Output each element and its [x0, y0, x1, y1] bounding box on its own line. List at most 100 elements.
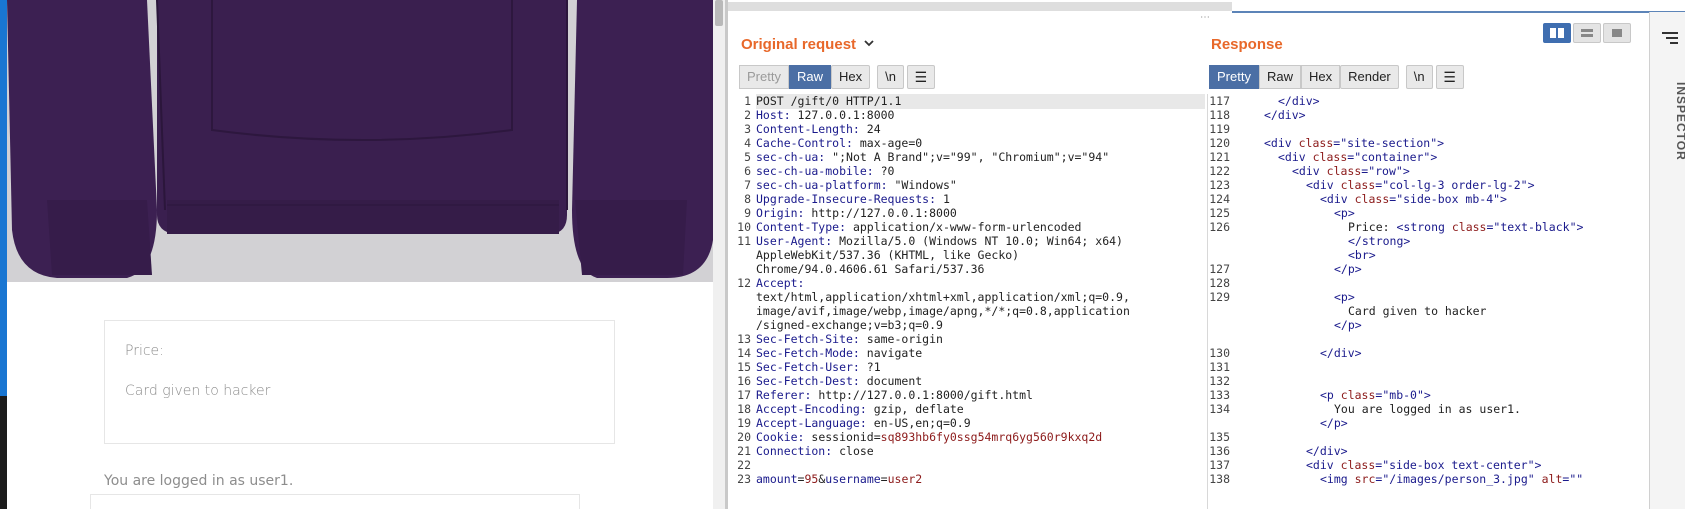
html-attr-name: class [1298, 136, 1334, 150]
card-message: Card given to hacker [125, 383, 271, 399]
request-view-toolbar: Pretty Raw Hex \n ☰ [739, 65, 935, 89]
html-attr-name: alt [1541, 472, 1563, 486]
line-number: 119 [1209, 122, 1230, 136]
html-tag-close: > [1527, 178, 1535, 192]
html-attr-value: "side-box mb-4" [1396, 192, 1501, 206]
line-number: 18 [737, 402, 751, 416]
response-tab-hex[interactable]: Hex [1300, 65, 1341, 89]
chevron-down-icon[interactable] [863, 36, 875, 52]
html-attr-value: "/images/person_3.jpg" [1382, 472, 1535, 486]
line-number: 118 [1209, 108, 1230, 122]
header-value: http://127.0.0.1:8000 [804, 206, 957, 220]
response-line: <p> [1334, 290, 1355, 305]
request-pane-title: Original request [741, 36, 857, 53]
line-number: 15 [737, 360, 751, 374]
html-tag: <div [1292, 164, 1327, 178]
hamburger-icon: ☰ [914, 69, 928, 85]
html-attr-name: class [1326, 164, 1362, 178]
line-number [737, 262, 751, 277]
request-line: Referer: http://127.0.0.1:8000/gift.html [756, 388, 1033, 403]
line-number: 2 [744, 108, 751, 122]
header-name: Sec-Fetch-Dest: [756, 374, 860, 388]
line-number: 120 [1209, 136, 1230, 150]
html-tag: <strong [1396, 220, 1452, 234]
header-value: gzip, deflate [866, 402, 964, 416]
header-name: Sec-Fetch-Site: [756, 332, 860, 346]
response-line: </strong> [1348, 234, 1410, 249]
response-tab-render[interactable]: Render [1340, 65, 1399, 89]
line-number: 22 [737, 458, 751, 472]
inspector-sidebar[interactable]: INSPECTOR [1649, 12, 1685, 509]
html-tag-close: > [1423, 388, 1431, 402]
header-value: sessionid= [804, 430, 881, 444]
html-attr-value: "site-section" [1340, 136, 1438, 150]
page-scrollbar[interactable] [713, 0, 725, 509]
line-number: 124 [1209, 192, 1230, 206]
response-line: </p> [1334, 262, 1362, 277]
line-number: 135 [1209, 430, 1230, 444]
line-number: 136 [1209, 444, 1230, 458]
html-tag-close: > [1500, 192, 1507, 206]
line-number: 8 [744, 192, 751, 206]
text-content: Price: [1348, 220, 1397, 234]
response-line: Price: <strong class="text-black"> [1348, 220, 1583, 235]
response-tab-raw[interactable]: Raw [1258, 65, 1301, 89]
header-value: 1 [936, 192, 950, 206]
browser-page: Price: Card given to hacker You are logg… [0, 0, 725, 509]
response-menu-button[interactable]: ☰ [1435, 65, 1464, 89]
line-number: 9 [744, 206, 751, 220]
html-tag-close: > [1430, 150, 1438, 164]
line-number: 5 [744, 150, 751, 164]
request-line: sec-ch-ua-mobile: ?0 [756, 164, 894, 179]
response-pane-title: Response [1211, 36, 1283, 53]
request-tab-raw[interactable]: Raw [788, 65, 831, 89]
inspector-label[interactable]: INSPECTOR [1652, 82, 1685, 161]
hamburger-icon: ☰ [1443, 69, 1456, 85]
header-value: 24 [859, 122, 881, 136]
html-attr-name: class [1340, 178, 1376, 192]
line-number: 19 [737, 416, 751, 430]
response-editor[interactable]: 117 </div> 118 </div> 119 120 <div class="site… [1207, 94, 1625, 509]
request-line: Host: 127.0.0.1:8000 [756, 108, 894, 123]
request-line: amount=95&username=user2 [756, 472, 922, 487]
header-name: User-Agent: [756, 234, 833, 248]
html-attr-name: class [1312, 150, 1348, 164]
response-line: </div> [1320, 346, 1362, 361]
header-name: sec-ch-ua-platform: [756, 178, 888, 192]
html-attr-value: "text-black" [1493, 220, 1577, 234]
line-number [1208, 234, 1230, 249]
request-tab-hex[interactable]: Hex [830, 65, 871, 89]
layout-toggle [1543, 23, 1631, 43]
header-value: ?0 [873, 164, 895, 178]
request-editor[interactable]: 1 POST /gift/0 HTTP/1.1 2 Host: 127.0.0.1:8… [737, 94, 1207, 509]
response-line: </div> [1306, 444, 1348, 459]
desktop-edge [0, 0, 7, 509]
cookie-value: sq893hb6fy0ssg54mrq6yg560r9kxq2d [880, 430, 1103, 444]
param-name: username [825, 472, 881, 486]
html-attr-value: "side-box text-center" [1382, 458, 1535, 472]
response-newline-toggle[interactable]: \n [1405, 65, 1433, 89]
header-value: POST /gift/0 HTTP/1.1 [756, 94, 902, 108]
inspector-menu-icon[interactable] [1659, 28, 1681, 50]
line-number [737, 290, 751, 305]
request-menu-button[interactable]: ☰ [906, 65, 935, 89]
request-tab-pretty[interactable]: Pretty [739, 65, 789, 89]
response-tab-pretty[interactable]: Pretty [1209, 65, 1259, 89]
split-horizontal-layout-button[interactable] [1543, 23, 1571, 43]
tabs-layout-button[interactable] [1603, 23, 1631, 43]
request-newline-toggle[interactable]: \n [877, 65, 904, 89]
split-drag-handle[interactable]: ⋯ [1200, 12, 1211, 23]
html-tag: </div> [1320, 346, 1362, 360]
line-number: 131 [1209, 360, 1230, 374]
header-value: same-origin [859, 332, 943, 346]
html-tag: </p> [1334, 262, 1362, 276]
price-label: Price: [125, 343, 164, 359]
burp-repeater-panel: ⋯ Original request Response Pretty Raw H… [725, 0, 1685, 509]
split-vertical-layout-button[interactable] [1573, 23, 1601, 43]
scrollbar-thumb[interactable] [715, 0, 723, 26]
line-number: 129 [1209, 290, 1230, 304]
line-number [1208, 304, 1230, 319]
response-line: You are logged in as user1. [1334, 402, 1521, 417]
header-name: Sec-Fetch-Mode: [756, 346, 860, 360]
request-line: Accept-Language: en-US,en;q=0.9 [756, 416, 971, 431]
